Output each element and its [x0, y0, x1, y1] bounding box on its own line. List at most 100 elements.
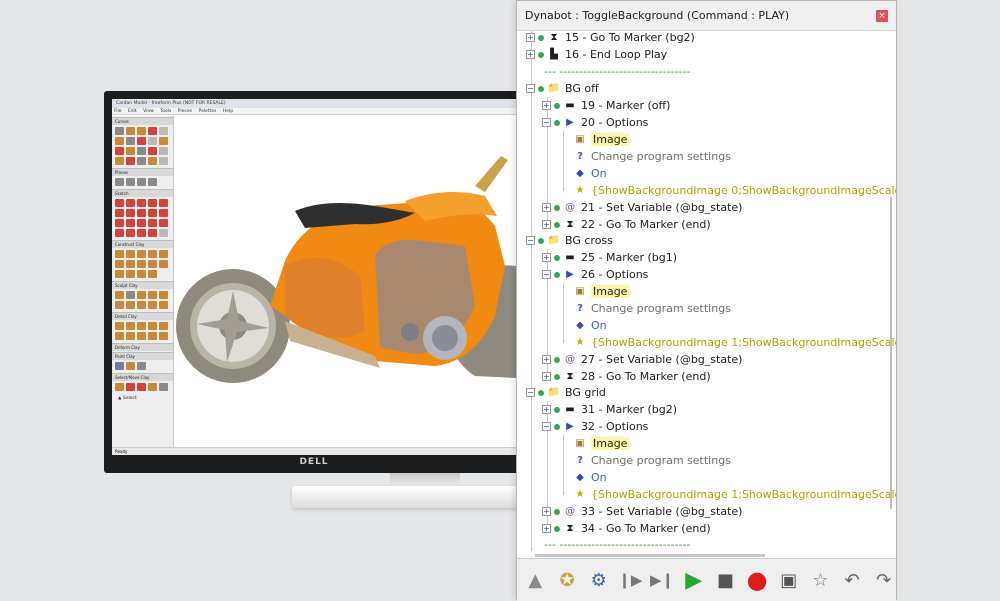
- collapse-icon[interactable]: −: [526, 84, 535, 93]
- vertical-scrollbar[interactable]: [890, 197, 892, 509]
- palette-section-paint-clay: Paint Clay: [112, 352, 173, 360]
- tree-row-31[interactable]: + ▬ 31 - Marker (bg2): [542, 401, 677, 418]
- cad-menu-tools[interactable]: Tools: [160, 109, 171, 114]
- tree-row-28[interactable]: + ⧗ 28 - Go To Marker (end): [542, 368, 711, 385]
- expand-icon[interactable]: +: [542, 405, 551, 414]
- palette-tools-select-move[interactable]: [112, 381, 173, 393]
- collapse-icon[interactable]: −: [542, 270, 551, 279]
- expand-icon[interactable]: +: [526, 33, 535, 42]
- tree-row-15[interactable]: + ⧗ 15 - Go To Marker (bg2): [526, 31, 695, 46]
- tree-option-image[interactable]: ▣ Image: [574, 435, 630, 452]
- dynabot-title-bar[interactable]: Dynabot : ToggleBackground (Command : PL…: [517, 1, 896, 31]
- separator-label: --- ---------------------------------: [544, 65, 691, 78]
- status-dot-icon: [554, 356, 560, 363]
- folder-icon: 📁: [547, 235, 561, 246]
- row-label: 26 - Options: [581, 268, 649, 281]
- close-button[interactable]: ×: [876, 10, 888, 22]
- palette-tools-detail[interactable]: [112, 320, 173, 342]
- tree-row-32[interactable]: − ▶ 32 - Options: [542, 418, 648, 435]
- select-tool-label[interactable]: ▲ Select: [112, 393, 173, 404]
- expand-icon[interactable]: +: [542, 355, 551, 364]
- cad-menu-help[interactable]: Help: [223, 109, 233, 114]
- palette-tools-curves[interactable]: [112, 125, 173, 167]
- 3d-viewport[interactable]: [175, 116, 516, 447]
- tree-separator-row: --- ---------------------------------: [544, 536, 690, 553]
- tree-row-19[interactable]: + ▬ 19 - Marker (off): [542, 97, 670, 114]
- expand-icon[interactable]: +: [542, 524, 551, 533]
- command-tree[interactable]: + ⧗ 15 - Go To Marker (bg2) + ▙ 16 - End…: [517, 31, 896, 558]
- cad-menu-pieces[interactable]: Pieces: [178, 109, 192, 114]
- document-star-icon[interactable]: ☆: [808, 568, 833, 593]
- tree-option-settings[interactable]: ? Change program settings: [574, 148, 731, 165]
- dell-logo: DELL: [299, 457, 329, 467]
- cad-menu-edit[interactable]: Edit: [128, 109, 137, 114]
- skip-end-icon[interactable]: ▶❙: [650, 568, 675, 593]
- collapse-icon[interactable]: −: [526, 236, 535, 245]
- palette-tools-planes[interactable]: [112, 176, 173, 188]
- motorcycle-model-image: [176, 156, 516, 383]
- tree-row-33[interactable]: + @ 33 - Set Variable (@bg_state): [542, 503, 742, 520]
- macro-stars-icon[interactable]: ✪: [555, 568, 580, 593]
- tree-row-25[interactable]: + ▬ 25 - Marker (bg1): [542, 249, 677, 266]
- tree-folder-bg-off[interactable]: − 📁 BG off: [526, 80, 599, 97]
- collapse-icon[interactable]: −: [526, 388, 535, 397]
- tree-row-27[interactable]: + @ 27 - Set Variable (@bg_state): [542, 351, 742, 368]
- question-icon: ?: [577, 455, 583, 466]
- at-icon: @: [565, 506, 575, 517]
- expand-icon[interactable]: +: [542, 372, 551, 381]
- tree-folder-bg-grid[interactable]: − 📁 BG grid: [526, 384, 606, 401]
- status-dot-icon: [554, 204, 560, 211]
- expand-icon[interactable]: +: [542, 253, 551, 262]
- expand-icon[interactable]: +: [542, 220, 551, 229]
- horizontal-scrollbar[interactable]: [535, 554, 765, 557]
- collapse-icon[interactable]: −: [542, 118, 551, 127]
- palette-tools-sculpt[interactable]: [112, 289, 173, 311]
- at-icon: @: [565, 202, 575, 213]
- palette-tools-sketch[interactable]: [112, 197, 173, 239]
- tree-row-16[interactable]: + ▙ 16 - End Loop Play: [526, 46, 667, 63]
- stop-icon[interactable]: ■: [713, 568, 738, 593]
- status-dot-icon: [554, 254, 560, 261]
- expand-icon[interactable]: +: [542, 101, 551, 110]
- tree-row-34[interactable]: + ⧗ 34 - Go To Marker (end): [542, 520, 711, 537]
- palette-tools-construct[interactable]: [112, 248, 173, 280]
- play-step-icon[interactable]: ❙▶: [618, 568, 643, 593]
- row-label: 21 - Set Variable (@bg_state): [581, 201, 743, 214]
- tree-option-on[interactable]: ◆ On: [574, 469, 607, 486]
- tree-option-value[interactable]: ★ {ShowBackgroundImage 1;ShowBackgroundI…: [574, 486, 896, 503]
- row-label: 31 - Marker (bg2): [581, 403, 678, 416]
- tree-option-value[interactable]: ★ {ShowBackgroundImage 0;ShowBackgroundI…: [574, 182, 896, 199]
- expand-icon[interactable]: +: [542, 507, 551, 516]
- up-triangle-icon[interactable]: ▲: [523, 568, 548, 593]
- redo-icon[interactable]: ↷: [871, 568, 896, 593]
- tree-option-settings[interactable]: ? Change program settings: [574, 300, 731, 317]
- tree-folder-bg-cross[interactable]: − 📁 BG cross: [526, 232, 613, 249]
- record-icon[interactable]: ●: [745, 566, 770, 594]
- cad-menu-file[interactable]: File: [114, 109, 122, 114]
- expand-icon[interactable]: +: [542, 203, 551, 212]
- gear-icon[interactable]: ⚙: [586, 568, 611, 593]
- tree-row-22[interactable]: + ⧗ 22 - Go To Marker (end): [542, 216, 711, 233]
- palette-tools-paint[interactable]: [112, 360, 173, 372]
- tree-option-image[interactable]: ▣ Image: [574, 283, 630, 300]
- cad-menu-view[interactable]: View: [143, 109, 154, 114]
- play-icon[interactable]: ▶: [681, 568, 706, 593]
- row-label: 16 - End Loop Play: [565, 48, 668, 61]
- tree-option-settings[interactable]: ? Change program settings: [574, 452, 731, 469]
- tree-row-20[interactable]: − ▶ 20 - Options: [542, 114, 648, 131]
- cad-menu-palettes[interactable]: Palettes: [198, 109, 216, 114]
- tree-option-value[interactable]: ★ {ShowBackgroundImage 1;ShowBackgroundI…: [574, 334, 896, 351]
- collapse-icon[interactable]: −: [542, 422, 551, 431]
- tree-row-26[interactable]: − ▶ 26 - Options: [542, 266, 648, 283]
- tree-option-on[interactable]: ◆ On: [574, 165, 607, 182]
- row-label: 32 - Options: [581, 420, 649, 433]
- tree-row-21[interactable]: + @ 21 - Set Variable (@bg_state): [542, 199, 742, 216]
- undo-icon[interactable]: ↶: [840, 568, 865, 593]
- palette-section-construct-clay: Construct Clay: [112, 240, 173, 248]
- tree-option-on[interactable]: ◆ On: [574, 317, 607, 334]
- status-dot-icon: [554, 221, 560, 228]
- play-arrow-icon: ▶: [566, 269, 574, 280]
- camera-icon[interactable]: ▣: [776, 568, 801, 593]
- expand-icon[interactable]: +: [526, 50, 535, 59]
- tree-option-image[interactable]: ▣ Image: [574, 131, 630, 148]
